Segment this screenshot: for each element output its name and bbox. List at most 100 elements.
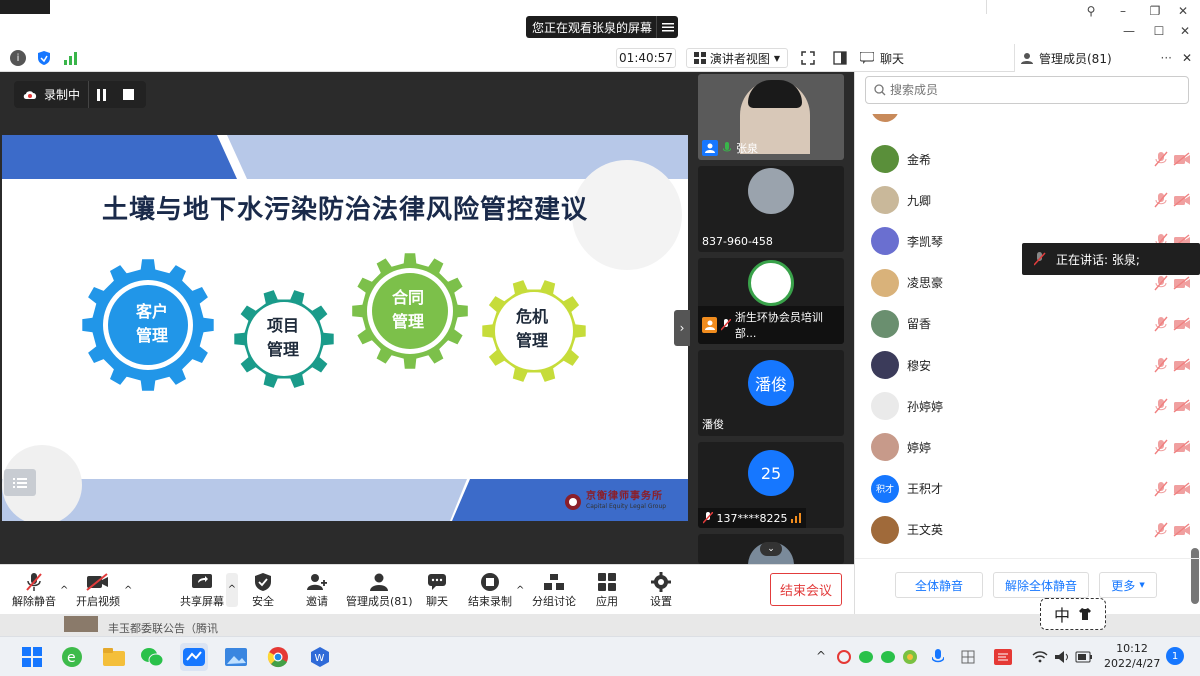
camera-off-icon[interactable] — [1173, 152, 1191, 166]
close-icon[interactable]: ✕ — [1170, 20, 1200, 42]
video-options-chevron-icon[interactable]: ^ — [124, 585, 132, 596]
member-row[interactable]: 金希 — [871, 144, 1191, 174]
chat-button[interactable]: 聊天 — [426, 571, 448, 609]
camera-off-icon[interactable] — [1173, 523, 1191, 537]
member-row[interactable]: 九卿 — [871, 185, 1191, 215]
thumb-org[interactable]: 浙生环协会员培训部... — [698, 258, 844, 344]
tab-chat[interactable]: 聊天 — [854, 44, 1014, 72]
camera-off-icon[interactable] — [1173, 358, 1191, 372]
camera-off-icon[interactable] — [1173, 276, 1191, 290]
end-meeting-button[interactable]: 结束会议 — [770, 573, 842, 606]
system-clock[interactable]: 10:12 2022/4/27 — [1104, 641, 1160, 671]
close-top-icon[interactable]: ✕ — [1168, 0, 1198, 22]
share-options-chevron-icon[interactable]: ^ — [226, 573, 238, 607]
file-explorer-icon[interactable] — [100, 643, 128, 671]
signal-icon[interactable] — [62, 50, 80, 66]
camera-off-icon[interactable] — [1173, 399, 1191, 413]
share-screen-button[interactable]: 共享屏幕 — [180, 571, 224, 609]
mic-muted-icon[interactable] — [1153, 398, 1169, 414]
mic-muted-icon[interactable] — [1153, 481, 1169, 497]
settings-button[interactable]: 设置 — [650, 571, 672, 609]
sidebar-toggle-icon[interactable] — [830, 49, 850, 67]
camera-off-icon[interactable] — [1173, 440, 1191, 454]
tray-expand-icon[interactable]: ^ — [816, 649, 826, 663]
thumb-partial[interactable]: ⌄ — [698, 534, 844, 564]
camera-off-icon[interactable] — [1173, 193, 1191, 207]
security-button[interactable]: 安全 — [252, 571, 274, 609]
camera-off-icon[interactable] — [1173, 317, 1191, 331]
notification-badge[interactable]: 1 — [1166, 647, 1184, 665]
more-button[interactable]: 更多 ▼ — [1099, 572, 1157, 598]
battery-icon[interactable] — [1074, 643, 1094, 671]
red-tray-icon[interactable] — [992, 643, 1014, 671]
unmute-button[interactable]: 解除静音 — [12, 571, 56, 609]
sync-tray-icon[interactable] — [834, 643, 854, 671]
stop-recording-button[interactable]: 结束录制 — [468, 571, 512, 609]
wps-icon[interactable]: W — [306, 643, 334, 671]
wifi-icon[interactable] — [1030, 643, 1050, 671]
manage-members-button[interactable]: 管理成员(81) — [346, 571, 413, 609]
mic-muted-icon[interactable] — [1153, 522, 1169, 538]
minimize-icon[interactable]: — — [1114, 20, 1144, 42]
more-options-icon[interactable]: ··· — [1161, 51, 1172, 65]
search-member-input[interactable] — [890, 83, 1170, 97]
member-row[interactable]: 婷婷 — [871, 432, 1191, 462]
member-row[interactable]: 穆安 — [871, 350, 1191, 380]
start-menu-icon[interactable] — [18, 643, 46, 671]
invite-button[interactable]: 邀请 — [306, 571, 328, 609]
status-tray-icon[interactable] — [900, 643, 920, 671]
mic-muted-icon[interactable] — [1153, 151, 1169, 167]
chrome-icon[interactable] — [264, 643, 292, 671]
thumb-phone[interactable]: 837-960-458 — [698, 166, 844, 252]
photos-icon[interactable] — [222, 643, 250, 671]
ime-indicator[interactable]: 中 — [1040, 598, 1106, 630]
record-options-chevron-icon[interactable]: ^ — [516, 585, 524, 596]
mute-all-button[interactable]: 全体静音 — [895, 572, 983, 598]
view-mode-dropdown[interactable]: 演讲者视图 ▼ — [686, 48, 788, 68]
pause-icon[interactable] — [89, 81, 115, 108]
thumb-speaker[interactable]: 张泉 — [698, 74, 844, 160]
member-row[interactable]: 积才 王积才 — [871, 474, 1191, 504]
thumb-panjun[interactable]: 潘俊 潘俊 — [698, 350, 844, 436]
restore-top-icon[interactable]: ❐ — [1140, 0, 1170, 22]
wechat-tray-icon-2[interactable] — [878, 643, 898, 671]
breakout-button[interactable]: 分组讨论 — [532, 571, 576, 609]
stop-icon[interactable] — [115, 81, 141, 108]
fullscreen-icon[interactable] — [798, 49, 818, 67]
member-row[interactable]: 孙婷婷 — [871, 391, 1191, 421]
screen-share-banner[interactable]: 您正在观看张泉的屏幕 — [526, 16, 678, 38]
start-video-button[interactable]: 开启视频 — [76, 571, 120, 609]
unmute-all-button[interactable]: 解除全体静音 — [993, 572, 1089, 598]
browser-e-icon[interactable]: e — [58, 643, 86, 671]
member-row[interactable]: 留香 — [871, 309, 1191, 339]
close-tab-icon[interactable]: ✕ — [1182, 51, 1192, 65]
info-icon[interactable]: i — [10, 50, 26, 66]
shield-icon[interactable] — [36, 49, 52, 67]
banner-menu-icon[interactable] — [656, 16, 678, 38]
collapse-thumbs-button[interactable]: › — [674, 310, 690, 346]
camera-off-icon[interactable] — [1173, 482, 1191, 496]
audio-options-chevron-icon[interactable]: ^ — [60, 585, 68, 596]
tab-members[interactable]: 管理成员(81) ··· ✕ — [1014, 44, 1200, 72]
pin-icon[interactable]: ⚲ — [1076, 0, 1106, 22]
input-method-tray-icon[interactable] — [958, 643, 978, 671]
outline-toggle-icon[interactable] — [4, 469, 36, 496]
wechat-icon[interactable] — [138, 643, 166, 671]
mic-tray-icon[interactable] — [928, 643, 948, 671]
member-list-scrollbar[interactable] — [1191, 548, 1199, 604]
mic-muted-icon[interactable] — [1153, 439, 1169, 455]
search-member-field[interactable] — [865, 76, 1189, 104]
mic-muted-icon[interactable] — [1153, 275, 1169, 291]
minimize-top-icon[interactable]: – — [1108, 0, 1138, 22]
gear-3-line2: 管理 — [515, 331, 548, 350]
volume-icon[interactable] — [1052, 643, 1072, 671]
meeting-app-icon[interactable] — [180, 643, 208, 671]
thumb-137[interactable]: 25 137****8225 — [698, 442, 844, 528]
mic-muted-icon[interactable] — [1153, 316, 1169, 332]
mic-muted-icon[interactable] — [1153, 192, 1169, 208]
member-row[interactable]: 王文英 — [871, 515, 1191, 545]
apps-button[interactable]: 应用 — [596, 571, 618, 609]
scroll-down-thumbs-icon[interactable]: ⌄ — [760, 542, 782, 556]
wechat-tray-icon[interactable] — [856, 643, 876, 671]
mic-muted-icon[interactable] — [1153, 357, 1169, 373]
